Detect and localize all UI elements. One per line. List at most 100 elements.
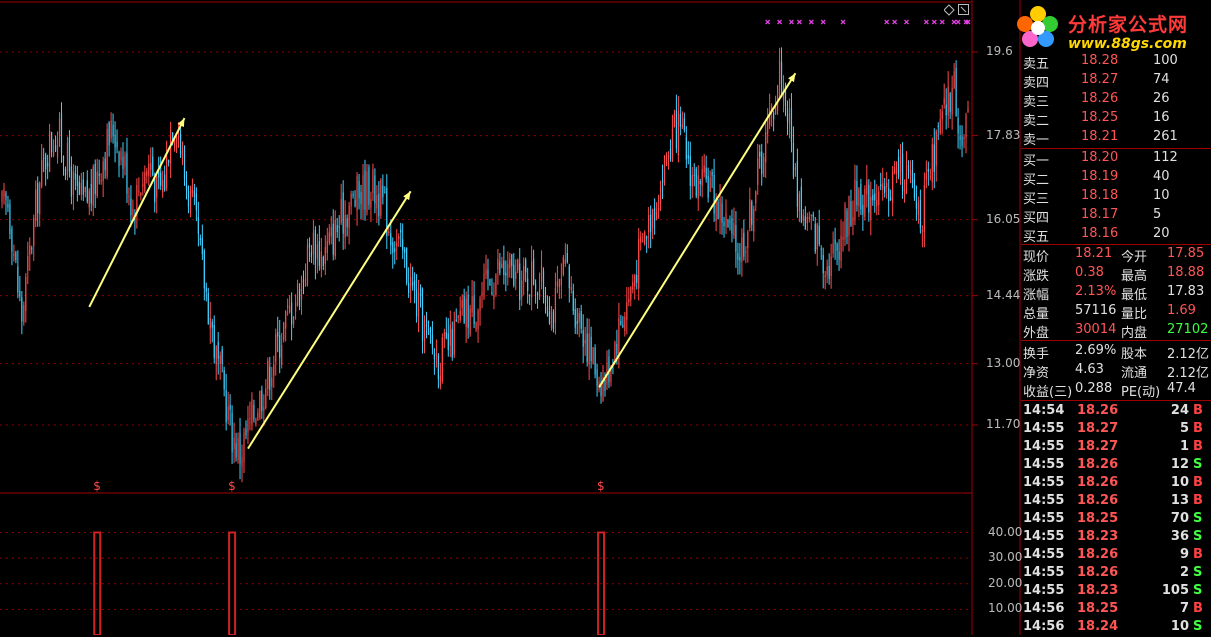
candle-body: [39, 182, 41, 215]
candle-body: [638, 238, 640, 289]
candle-body: [239, 432, 241, 464]
candle-body: [346, 218, 348, 228]
candle-body: [154, 178, 156, 203]
candle-body: [584, 340, 586, 344]
candle-body: [761, 151, 763, 174]
candle-body: [711, 171, 713, 176]
candle-body: [830, 256, 832, 276]
candle-body: [546, 306, 549, 317]
candle-body: [384, 192, 386, 194]
candle-body: [538, 288, 541, 298]
tick-cell: 18.26: [1077, 403, 1119, 418]
volume-axis-label: 30.00: [988, 550, 1023, 565]
candle-body: [860, 184, 862, 210]
candle-body: [398, 236, 400, 240]
quote-cell: 卖二: [1023, 114, 1050, 129]
bid-row: 买二 18.19 40: [1021, 168, 1211, 188]
candle-body: [888, 188, 890, 202]
stat-cell: 2.12亿: [1167, 366, 1209, 381]
candle-body: [338, 226, 340, 228]
candle-body: [769, 109, 771, 125]
candle-body: [632, 282, 634, 290]
candle-body: [636, 274, 638, 283]
candle-body: [96, 171, 98, 197]
candle-body: [554, 288, 557, 323]
candle-body: [404, 249, 406, 253]
candle-body: [162, 180, 164, 193]
candle-body: [308, 243, 311, 248]
candle-body: [209, 317, 211, 329]
candle-body: [677, 111, 679, 156]
candle-body: [243, 432, 245, 463]
candle-body: [302, 280, 305, 282]
candle-body: [285, 311, 287, 329]
tick-row: 14:55 18.23 105 S: [1021, 583, 1211, 601]
candle-body: [415, 289, 418, 317]
candle-body: [140, 192, 142, 196]
candle-body: [560, 278, 562, 286]
candle-body: [725, 212, 727, 227]
candle-body: [513, 264, 515, 286]
candle-body: [312, 232, 315, 255]
candle-body: [144, 172, 146, 192]
quote-cell: 26: [1153, 91, 1170, 106]
stat-cell: 涨幅: [1023, 288, 1050, 303]
candle-body: [112, 124, 114, 137]
tick-cell: 14:55: [1023, 511, 1065, 526]
candle-body: [68, 138, 71, 172]
candle-body: [729, 220, 731, 223]
quote-cell: 买五: [1023, 230, 1050, 245]
candle-body: [380, 179, 382, 216]
candle-body: [402, 239, 404, 251]
candle-body: [1, 191, 3, 202]
candle-body: [259, 390, 261, 419]
candle-body: [281, 345, 283, 365]
candle-body: [507, 263, 509, 278]
candle-body: [566, 253, 568, 263]
candle-body: [300, 278, 303, 301]
tick-cell: 18.27: [1077, 421, 1119, 436]
candle-body: [733, 223, 735, 237]
candle-body: [519, 263, 521, 301]
ask-row: 卖一 18.21 261: [1021, 128, 1211, 148]
candle-body: [558, 279, 560, 288]
candle-body: [104, 158, 106, 171]
candle-body: [247, 418, 249, 433]
stats-divider: [1021, 340, 1211, 341]
tick-row: 14:54 18.26 24 B: [1021, 403, 1211, 421]
candle-body: [650, 214, 652, 232]
candle-body: [917, 202, 920, 216]
stat-row: 换手 2.69% 股本 2.12亿: [1021, 342, 1211, 362]
candle-body: [741, 237, 743, 263]
candle-body: [344, 215, 346, 238]
candle-body: [594, 347, 596, 375]
candle-body: [590, 336, 592, 361]
candle-body: [852, 216, 854, 225]
candle-body: [118, 152, 120, 167]
candle-body: [550, 306, 553, 329]
candle-body: [390, 233, 392, 246]
volume-axis-label: 40.00: [988, 524, 1023, 539]
candle-body: [820, 248, 822, 250]
quote-cell: 5: [1153, 207, 1162, 222]
candle-body: [534, 283, 537, 290]
bid-row: 买三 18.18 10: [1021, 187, 1211, 207]
candle-body: [413, 280, 416, 291]
candle-body: [919, 200, 921, 229]
quote-cell: 买二: [1023, 173, 1050, 188]
tick-cell: 18.27: [1077, 439, 1119, 454]
volume-axis-label: 20.00: [988, 575, 1023, 590]
candle-body: [168, 159, 170, 164]
candle-body: [735, 224, 737, 252]
candle-body: [481, 292, 483, 296]
candle-body: [43, 157, 45, 159]
candle-body: [707, 176, 709, 198]
candle-body: [292, 316, 295, 324]
stat-cell: 换手: [1023, 347, 1050, 362]
tick-cell: 14:55: [1023, 565, 1065, 580]
candle-body: [941, 111, 943, 120]
stat-row: 外盘 30014 内盘 27102: [1021, 321, 1211, 341]
close-icon[interactable]: [958, 4, 970, 16]
candle-body: [901, 154, 904, 191]
tick-cell: B: [1193, 475, 1203, 490]
